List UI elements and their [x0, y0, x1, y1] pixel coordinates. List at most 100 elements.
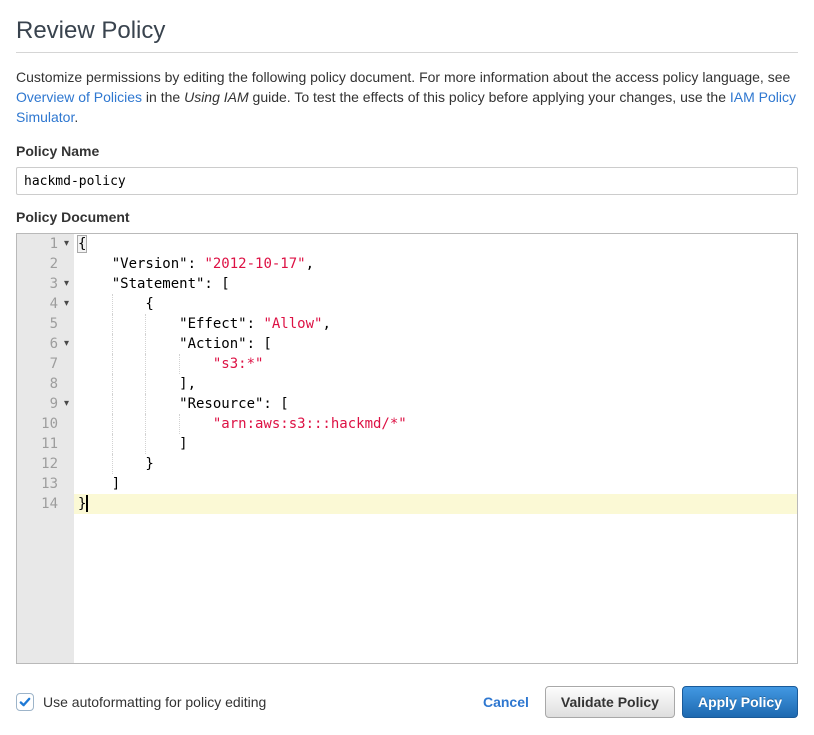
code-line[interactable]: "Action": [ [74, 334, 797, 354]
intro-text-2: in the [142, 89, 184, 105]
indent-guide [112, 394, 113, 414]
gutter-line: 10 [17, 414, 74, 434]
intro-paragraph: Customize permissions by editing the fol… [16, 67, 798, 127]
indent-guide [145, 314, 146, 334]
gutter-line: 5 [17, 314, 74, 334]
code-line[interactable]: "Version": "2012-10-17", [74, 254, 797, 274]
intro-text-4: . [74, 109, 78, 125]
active-code-line[interactable]: } [74, 494, 797, 514]
indent-guide [145, 394, 146, 414]
intro-text-1: Customize permissions by editing the fol… [16, 69, 790, 85]
gutter-line: 1▾ [17, 234, 74, 254]
indent-guide [112, 374, 113, 394]
indent-guide [112, 434, 113, 454]
json-token: { [78, 296, 154, 312]
indent-guide [145, 374, 146, 394]
line-number: 8 [50, 376, 58, 392]
fold-toggle-icon[interactable]: ▾ [60, 394, 73, 414]
policy-document-editor[interactable]: 1▾23▾4▾56▾789▾1011121314 { "Version": "2… [16, 233, 798, 664]
json-token: ], [78, 376, 196, 392]
gutter-line: 9▾ [17, 394, 74, 414]
gutter-line: 2 [17, 254, 74, 274]
line-number: 7 [50, 356, 58, 372]
gutter-line: 8 [17, 374, 74, 394]
cancel-link[interactable]: Cancel [483, 694, 529, 710]
indent-guide [112, 334, 113, 354]
autoformat-label: Use autoformatting for policy editing [43, 694, 266, 710]
code-line[interactable]: "Effect": "Allow", [74, 314, 797, 334]
code-line[interactable]: ], [74, 374, 797, 394]
indent-guide [145, 434, 146, 454]
text-cursor [86, 495, 88, 512]
line-number: 5 [50, 316, 58, 332]
line-number: 1 [50, 236, 58, 252]
indent-guide [145, 354, 146, 374]
code-line[interactable]: { [74, 234, 797, 254]
fold-toggle-icon[interactable]: ▾ [60, 274, 73, 294]
autoformat-option[interactable]: Use autoformatting for policy editing [16, 693, 266, 711]
json-token: { [78, 236, 86, 252]
page-title: Review Policy [16, 16, 798, 46]
line-number: 10 [41, 416, 58, 432]
policy-name-label: Policy Name [16, 143, 798, 159]
code-line[interactable]: "s3:*" [74, 354, 797, 374]
line-number: 13 [41, 476, 58, 492]
code-line[interactable]: "Resource": [ [74, 394, 797, 414]
json-token: ] [78, 476, 120, 492]
gutter-line: 3▾ [17, 274, 74, 294]
json-token: , [322, 316, 330, 332]
code-line[interactable]: { [74, 294, 797, 314]
indent-guide [145, 334, 146, 354]
code-line[interactable]: ] [74, 434, 797, 454]
json-token: ] [78, 436, 188, 452]
line-number: 12 [41, 456, 58, 472]
line-number: 3 [50, 276, 58, 292]
line-number: 14 [41, 496, 58, 512]
gutter-line: 4▾ [17, 294, 74, 314]
policy-document-label: Policy Document [16, 209, 798, 225]
editor-code[interactable]: { "Version": "2012-10-17", "Statement": … [74, 234, 797, 663]
json-token: "Resource": [ [78, 396, 289, 412]
apply-policy-button[interactable]: Apply Policy [682, 686, 798, 718]
line-number: 9 [50, 396, 58, 412]
code-line[interactable]: ] [74, 474, 797, 494]
line-number: 2 [50, 256, 58, 272]
fold-toggle-icon[interactable]: ▾ [60, 294, 73, 314]
review-policy-page: Review Policy Customize permissions by e… [0, 16, 814, 718]
indent-guide [145, 414, 146, 434]
code-line[interactable]: } [74, 454, 797, 474]
json-token: } [78, 456, 154, 472]
json-token: "Statement": [ [78, 276, 230, 292]
gutter-line: 13 [17, 474, 74, 494]
gutter-line: 7 [17, 354, 74, 374]
indent-guide [179, 414, 180, 434]
fold-toggle-icon[interactable]: ▾ [60, 234, 73, 254]
code-line[interactable]: "Statement": [ [74, 274, 797, 294]
gutter-line: 11 [17, 434, 74, 454]
line-number: 6 [50, 336, 58, 352]
gutter-line: 12 [17, 454, 74, 474]
footer-action-bar: Use autoformatting for policy editing Ca… [16, 686, 798, 718]
json-string-token: "Allow" [263, 316, 322, 332]
gutter-line: 14 [17, 494, 74, 514]
autoformat-checkbox[interactable] [16, 693, 34, 711]
indent-guide [112, 454, 113, 474]
checkmark-icon [18, 695, 32, 709]
indent-guide [179, 354, 180, 374]
indent-guide [112, 314, 113, 334]
action-buttons: Cancel Validate Policy Apply Policy [483, 686, 798, 718]
validate-policy-button[interactable]: Validate Policy [545, 686, 675, 718]
json-token: } [78, 496, 86, 512]
json-token: "Version": [78, 256, 204, 272]
indent-guide [112, 414, 113, 434]
fold-toggle-icon[interactable]: ▾ [60, 334, 73, 354]
editor-gutter: 1▾23▾4▾56▾789▾1011121314 [17, 234, 74, 663]
indent-guide [112, 354, 113, 374]
indent-guide [112, 294, 113, 314]
code-line[interactable]: "arn:aws:s3:::hackmd/*" [74, 414, 797, 434]
json-token: "Action": [ [78, 336, 272, 352]
policy-name-input[interactable] [16, 167, 798, 195]
overview-of-policies-link[interactable]: Overview of Policies [16, 89, 142, 105]
json-string-token: "arn:aws:s3:::hackmd/*" [213, 416, 407, 432]
line-number: 4 [50, 296, 58, 312]
